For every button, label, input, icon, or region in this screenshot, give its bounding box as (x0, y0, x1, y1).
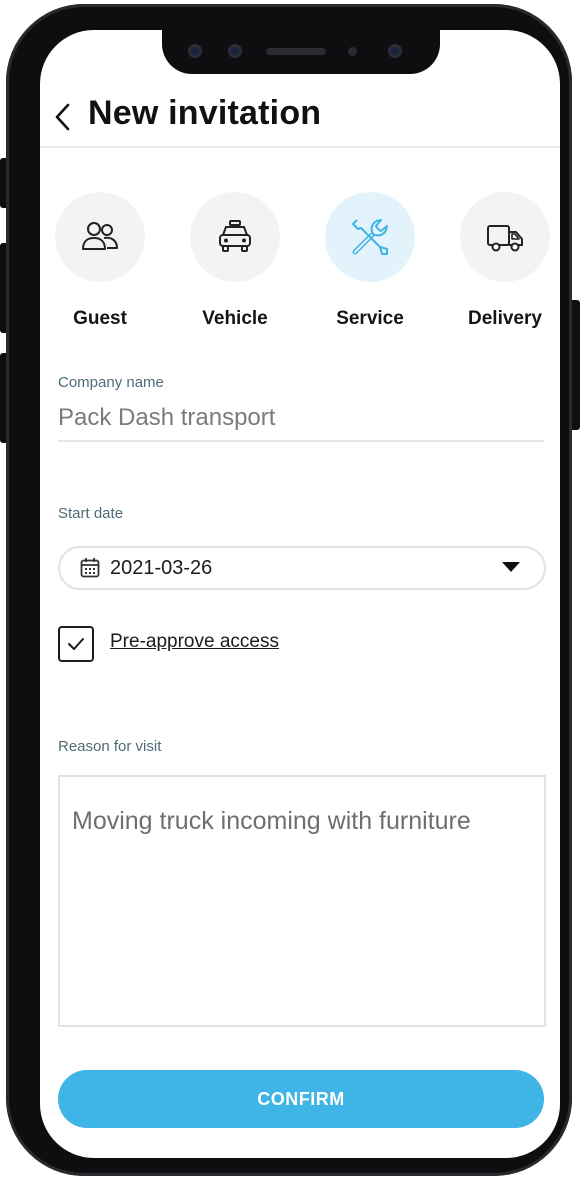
type-option-label: Delivery (468, 308, 542, 329)
guest-icon (82, 222, 118, 250)
pre-approve-label[interactable]: Pre-approve access (110, 631, 279, 653)
invitation-type-selector: Guest Vehicle Service Delivery (40, 190, 560, 340)
type-option-label: Service (336, 308, 404, 329)
app-header: New invitation (40, 88, 560, 148)
company-name-label: Company name (58, 374, 164, 391)
reason-textarea[interactable]: Moving truck incoming with furniture (58, 775, 546, 1027)
type-option-service[interactable]: Service (310, 190, 430, 340)
speaker-grill (266, 48, 326, 55)
confirm-button[interactable]: CONFIRM (58, 1070, 544, 1128)
vehicle-icon (219, 220, 251, 252)
back-button[interactable] (50, 100, 78, 134)
type-option-circle (55, 192, 145, 282)
type-option-delivery[interactable]: Delivery (445, 190, 560, 340)
type-option-vehicle[interactable]: Vehicle (175, 190, 295, 340)
pre-approve-checkbox[interactable] (58, 626, 94, 662)
page-title: New invitation (88, 94, 322, 132)
delivery-truck-icon (487, 225, 523, 252)
start-date-value: 2021-03-26 (110, 556, 213, 579)
type-option-label: Guest (73, 308, 127, 329)
camera-icon (188, 44, 202, 58)
type-option-label: Vehicle (202, 308, 268, 329)
company-name-field[interactable]: Pack Dash transport (58, 404, 544, 442)
camera-icon (228, 44, 242, 58)
type-option-circle (460, 192, 550, 282)
type-option-guest[interactable]: Guest (40, 190, 160, 340)
calendar-icon (80, 558, 100, 578)
service-tools-icon (352, 219, 388, 255)
sensor-dot (348, 47, 357, 56)
start-date-label: Start date (58, 505, 124, 522)
checkmark-icon (68, 638, 84, 650)
camera-icon (388, 44, 402, 58)
start-date-select[interactable]: 2021-03-26 (58, 546, 546, 590)
app-screen: New invitation Guest Vehicle Service Del… (40, 30, 560, 1158)
reason-value: Moving truck incoming with furniture (72, 807, 471, 835)
type-option-circle (190, 192, 280, 282)
dropdown-caret-icon (502, 562, 520, 572)
phone-frame: New invitation Guest Vehicle Service Del… (6, 4, 572, 1176)
phone-notch (162, 30, 440, 74)
type-option-circle (325, 192, 415, 282)
reason-label: Reason for visit (58, 738, 162, 755)
phone-power-button (572, 300, 580, 430)
chevron-left-icon (55, 103, 70, 131)
